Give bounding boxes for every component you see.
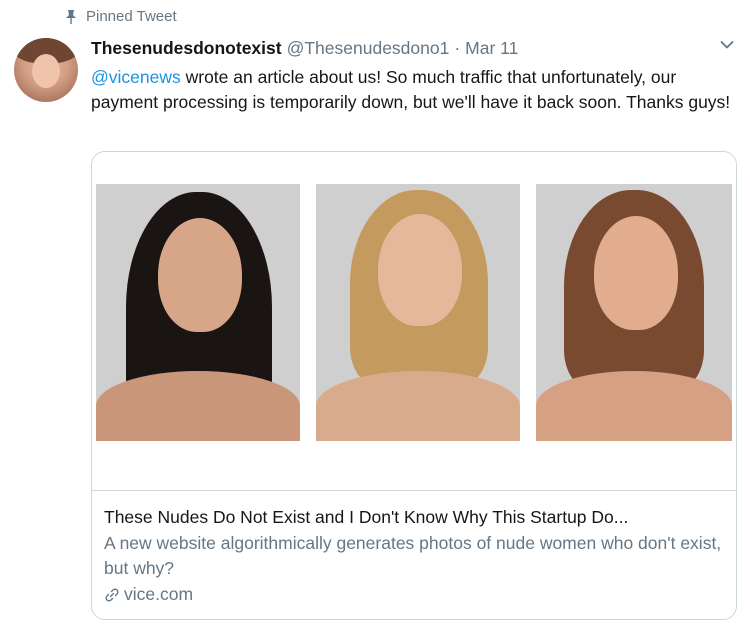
tweet-text: @vicenews wrote an article about us! So … <box>91 65 731 115</box>
tweet-body: wrote an article about us! So much traff… <box>91 67 731 112</box>
user-handle[interactable]: @Thesenudesdono1 <box>287 38 450 59</box>
separator-dot: · <box>454 38 461 58</box>
mention-link[interactable]: @vicenews <box>91 67 181 87</box>
tweet[interactable]: Pinned Tweet Thesenudesdonotexist @These… <box>0 0 750 630</box>
card-image[interactable] <box>92 152 736 491</box>
link-icon <box>104 587 120 603</box>
card-description: A new website algorithmically generates … <box>104 533 722 578</box>
tweet-header: Thesenudesdonotexist @Thesenudesdono1 · … <box>91 38 518 59</box>
card-photo-1 <box>96 184 300 441</box>
card-photo-2 <box>316 184 520 441</box>
card-domain-label: vice.com <box>124 584 194 604</box>
pinned-label: Pinned Tweet <box>86 8 177 25</box>
avatar[interactable] <box>14 38 78 102</box>
pinned-indicator: Pinned Tweet <box>64 8 177 25</box>
card-body: These Nudes Do Not Exist and I Don't Kno… <box>92 491 736 605</box>
tweet-date[interactable]: Mar 11 <box>465 38 518 59</box>
chevron-down-icon[interactable] <box>720 40 734 50</box>
card-photo-3 <box>536 184 732 441</box>
display-name[interactable]: Thesenudesdonotexist <box>91 38 282 59</box>
pin-icon <box>64 9 78 25</box>
link-card[interactable]: These Nudes Do Not Exist and I Don't Kno… <box>91 151 737 620</box>
card-domain[interactable]: vice.com <box>104 584 724 605</box>
card-title[interactable]: These Nudes Do Not Exist and I Don't Kno… <box>104 505 724 529</box>
